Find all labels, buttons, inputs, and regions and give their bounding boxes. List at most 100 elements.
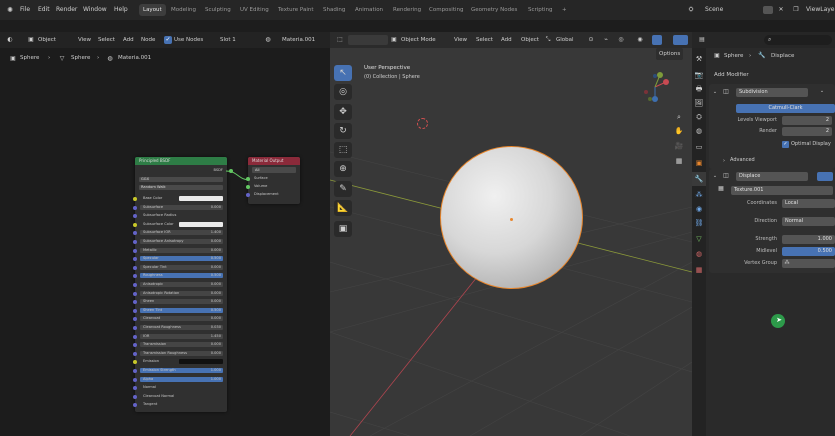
menu-view[interactable]: View [78,32,91,48]
bsdf-input[interactable]: Tangent [133,401,227,408]
add-cube-tool[interactable]: ▣ [334,221,352,237]
visibility-icon[interactable]: ◉ [636,35,644,45]
strength-field[interactable]: 1.000 [782,235,835,244]
bsdf-input[interactable]: Metallic 0.000 [133,247,227,254]
levels-viewport-field[interactable]: 2 [782,116,832,125]
bsdf-input-field[interactable] [179,359,223,365]
view-layer-tab-icon[interactable]: 🖼 [694,98,704,108]
scene-icon[interactable]: ⛭ [686,5,696,15]
physics-tab-icon[interactable]: ◉ [694,204,704,214]
input-socket[interactable] [133,360,137,365]
ortho-toggle-icon[interactable]: ▦ [674,156,684,166]
modifier-tab-icon[interactable]: 🔧 [694,174,704,184]
bsdf-input[interactable]: Subsurface 0.000 [133,204,227,211]
3d-viewport[interactable] [330,32,692,436]
move-tool[interactable]: ✥ [334,104,352,120]
input-socket[interactable] [133,403,137,408]
input-socket[interactable] [133,394,137,399]
bsdf-input[interactable]: Sheen 0.000 [133,298,227,305]
input-socket[interactable] [133,300,137,305]
displace-name-field[interactable]: Displace [736,172,808,181]
input-socket[interactable] [133,197,137,201]
pan-icon[interactable]: ✋ [674,126,684,136]
modifier-dropdown-icon[interactable]: ⌄ [817,86,827,96]
tab-texture-paint[interactable]: Texture Paint [274,4,318,16]
bsdf-input[interactable]: Clearcoat Roughness 0.030 [133,324,227,331]
output-tab-icon[interactable]: 🖶 [694,84,704,94]
slot-dropdown[interactable]: Slot 1 [220,32,236,48]
blender-logo-icon[interactable]: ✺ [5,5,15,15]
bsdf-input[interactable]: Specular 0.500 [133,255,227,262]
search-input[interactable]: ⌕ [764,35,832,45]
bsdf-input[interactable]: Subsurface Radius [133,212,227,219]
menu-window[interactable]: Window [83,0,107,20]
bsdf-input[interactable]: Anisotropic Rotation 0.000 [133,290,227,297]
gizmo-toggle-icon[interactable] [652,35,662,45]
menu-edit[interactable]: Edit [38,0,50,20]
scene-tab-icon[interactable]: ⛭ [694,112,704,122]
bsdf-input[interactable]: Normal [133,384,227,391]
menu-select[interactable]: Select [98,32,115,48]
input-socket[interactable] [133,240,137,244]
editor-type-icon[interactable]: ▤ [697,35,707,45]
bsdf-input[interactable]: Sheen Tint 0.500 [133,307,227,314]
input-socket[interactable] [133,257,137,262]
bsdf-input[interactable]: Subsurface Color [133,221,227,228]
select-box-tool[interactable]: ↖ [334,65,352,81]
bsdf-input[interactable]: Base Color [133,195,227,202]
bsdf-input[interactable]: Specular Tint 0.000 [133,264,227,271]
input-socket[interactable] [133,326,137,330]
tab-shading[interactable]: Shading [319,4,349,16]
selection-mode-buttons[interactable] [348,35,388,45]
input-socket[interactable] [133,334,137,339]
measure-tool[interactable]: 📐 [334,200,352,216]
bsdf-input-field[interactable] [179,196,223,201]
annotate-tool[interactable]: ✎ [334,181,352,197]
menu-help[interactable]: Help [114,0,128,20]
collection-tab-icon[interactable]: ▭ [694,142,704,152]
input-socket[interactable] [133,343,137,348]
tab-compositing[interactable]: Compositing [425,4,467,16]
bsdf-dropdown[interactable]: GGX [139,177,223,182]
expand-chevron-icon[interactable]: › [721,156,727,166]
advanced-subpanel[interactable]: Advanced [730,156,755,165]
menu-render[interactable]: Render [56,0,77,20]
bsdf-input[interactable]: Clearcoat 0.000 [133,315,227,322]
view-layer-icon[interactable]: ❐ [791,5,801,15]
camera-icon[interactable]: 🎥 [674,141,684,151]
zoom-icon[interactable]: ⌕ [674,112,684,122]
use-nodes-checkbox[interactable]: ✓ [164,36,172,44]
collapse-chevron-icon[interactable]: ⌄ [711,87,719,97]
bsdf-input[interactable]: Subsurface IOR 1.400 [133,229,227,236]
midlevel-field[interactable]: 0.500 [782,247,835,256]
texture-field[interactable]: Texture.001 [731,186,833,195]
remove-scene-icon[interactable]: ✕ [777,5,785,15]
snap-icon[interactable]: ⌁ [602,35,610,45]
bsdf-input[interactable]: IOR 1.450 [133,333,227,340]
bsdf-input[interactable]: Anisotropic 0.000 [133,281,227,288]
constraints-tab-icon[interactable]: ⛓ [694,218,704,228]
rotate-tool[interactable]: ↻ [334,123,352,139]
editor-type-icon[interactable]: ⬚ [335,35,345,45]
coordinates-dropdown[interactable]: Local [782,199,835,208]
options-button[interactable]: Options [656,48,684,60]
data-tab-icon[interactable]: ▽ [694,234,704,244]
bsdf-input[interactable]: Transmission Roughness 0.000 [133,350,227,357]
menu-add[interactable]: Add [123,32,134,48]
object-tab-icon[interactable]: ▣ [694,158,704,168]
bsdf-input-field[interactable] [179,221,223,227]
displace-toggles[interactable] [817,172,833,181]
subdivision-name-field[interactable]: Subdivision [736,88,808,97]
tool-tab-icon[interactable]: ⚒ [694,54,704,64]
tab-modeling[interactable]: Modeling [167,4,200,16]
input-socket[interactable] [133,386,137,391]
world-tab-icon[interactable]: ◍ [694,126,704,136]
direction-dropdown[interactable]: Normal [782,217,835,226]
input-socket[interactable] [133,248,137,253]
menu-file[interactable]: File [20,0,30,20]
cursor-tool[interactable]: ◎ [334,84,352,100]
mode-dropdown[interactable]: Object Mode [401,32,436,48]
render-levels-field[interactable]: 2 [782,127,832,136]
material-tab-icon[interactable]: ◍ [694,249,704,259]
tab-uv-editing[interactable]: UV Editing [236,4,273,16]
